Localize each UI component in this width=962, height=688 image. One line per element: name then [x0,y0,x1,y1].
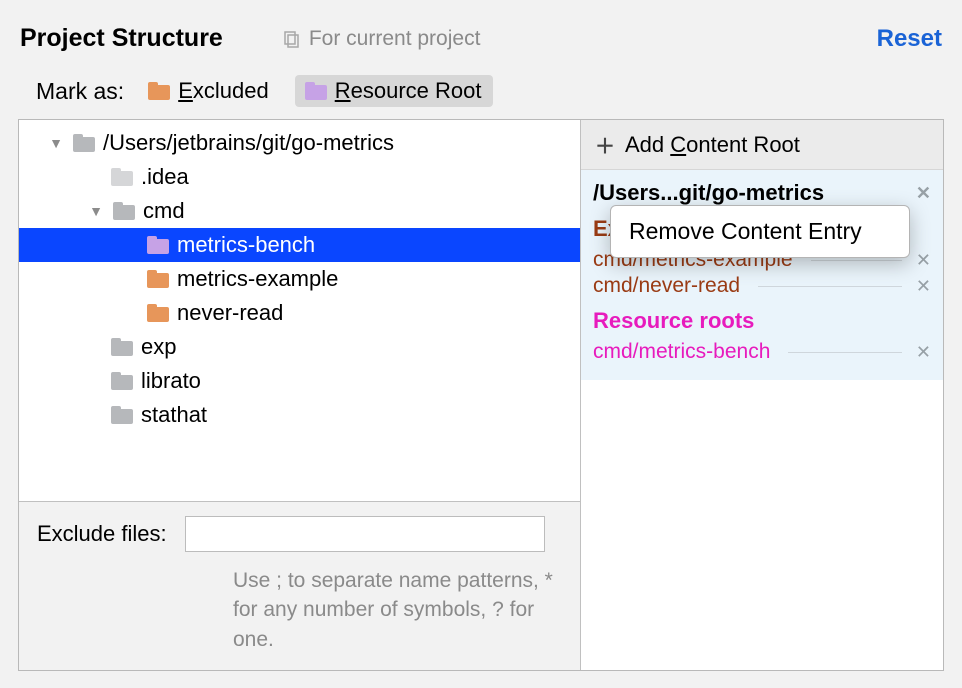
tree-row-cmd[interactable]: ▼ cmd [19,194,580,228]
tree-row-never-read[interactable]: never-read [19,296,580,330]
remove-content-entry-item[interactable]: Remove Content Entry [629,218,891,245]
header: Project Structure For current project Re… [0,0,962,63]
tree-row-root[interactable]: ▼ /Users/jetbrains/git/go-metrics [19,126,580,160]
add-content-root-label: Add Content Root [625,132,800,158]
exclude-help-text: Use ; to separate name patterns, * for a… [233,566,553,654]
tree-label: /Users/jetbrains/git/go-metrics [103,130,394,156]
chevron-down-icon[interactable]: ▼ [87,203,105,219]
folder-icon [111,406,133,424]
exclude-files-input[interactable] [185,516,545,552]
tree-label: .idea [141,164,189,190]
tree-label: librato [141,368,201,394]
chevron-down-icon[interactable]: ▼ [47,135,65,151]
close-icon[interactable]: ✕ [916,183,931,204]
tree-label: never-read [177,300,283,326]
reset-button[interactable]: Reset [877,25,942,53]
divider [811,260,902,261]
exclude-files-label: Exclude files: [37,521,167,547]
folder-icon [73,134,95,152]
left-pane: ▼ /Users/jetbrains/git/go-metrics .idea … [19,120,581,670]
mark-as-row: Mark as: Excluded Resource Root [0,63,962,119]
content-root-panel: /Users...git/go-metrics ✕ Excluded Folde… [581,170,943,380]
tree-label: stathat [141,402,207,428]
folder-icon [113,202,135,220]
folder-icon [111,372,133,390]
plus-icon: ＋ [595,130,615,159]
tree-row-librato[interactable]: librato [19,364,580,398]
folder-icon [111,338,133,356]
add-content-root-button[interactable]: ＋ Add Content Root [581,120,943,170]
close-icon[interactable]: ✕ [916,250,931,271]
tree-row-stathat[interactable]: stathat [19,398,580,432]
tree-row-idea[interactable]: .idea [19,160,580,194]
copy-icon [283,30,301,48]
folder-icon [305,82,327,100]
mark-as-label: Mark as: [36,78,124,105]
close-icon[interactable]: ✕ [916,276,931,297]
content-root-path-row[interactable]: /Users...git/go-metrics ✕ [593,180,931,206]
folder-icon [147,270,169,288]
folder-icon [148,82,170,100]
divider [788,352,902,353]
content-panes: ▼ /Users/jetbrains/git/go-metrics .idea … [18,119,944,671]
tree-row-metrics-bench[interactable]: metrics-bench [19,228,580,262]
close-icon[interactable]: ✕ [916,342,931,363]
folder-icon [147,304,169,322]
exclude-panel: Exclude files: Use ; to separate name pa… [19,501,580,670]
mark-resource-root-label: Resource Root [335,78,482,104]
for-current-project-label: For current project [309,27,481,51]
tree-row-exp[interactable]: exp [19,330,580,364]
excluded-folder-entry[interactable]: cmd/never-read ✕ [593,274,931,298]
mark-excluded-button[interactable]: Excluded [138,75,281,107]
resource-roots-header: Resource roots [593,308,931,334]
content-root-path: /Users...git/go-metrics [593,180,824,206]
page-title: Project Structure [20,24,223,53]
tree-label: metrics-example [177,266,338,292]
for-current-project: For current project [283,27,877,51]
tree-label: exp [141,334,176,360]
folder-path: cmd/never-read [593,274,740,298]
tree-row-metrics-example[interactable]: metrics-example [19,262,580,296]
tree-label: cmd [143,198,185,224]
mark-excluded-label: Excluded [178,78,269,104]
resource-root-entry[interactable]: cmd/metrics-bench ✕ [593,340,931,364]
folder-path: cmd/metrics-bench [593,340,770,364]
directory-tree[interactable]: ▼ /Users/jetbrains/git/go-metrics .idea … [19,120,580,501]
mark-resource-root-button[interactable]: Resource Root [295,75,494,107]
folder-icon [147,236,169,254]
tree-label: metrics-bench [177,232,315,258]
folder-icon [111,168,133,186]
right-pane: ＋ Add Content Root /Users...git/go-metri… [581,120,943,670]
divider [758,286,902,287]
context-menu[interactable]: Remove Content Entry [610,205,910,258]
